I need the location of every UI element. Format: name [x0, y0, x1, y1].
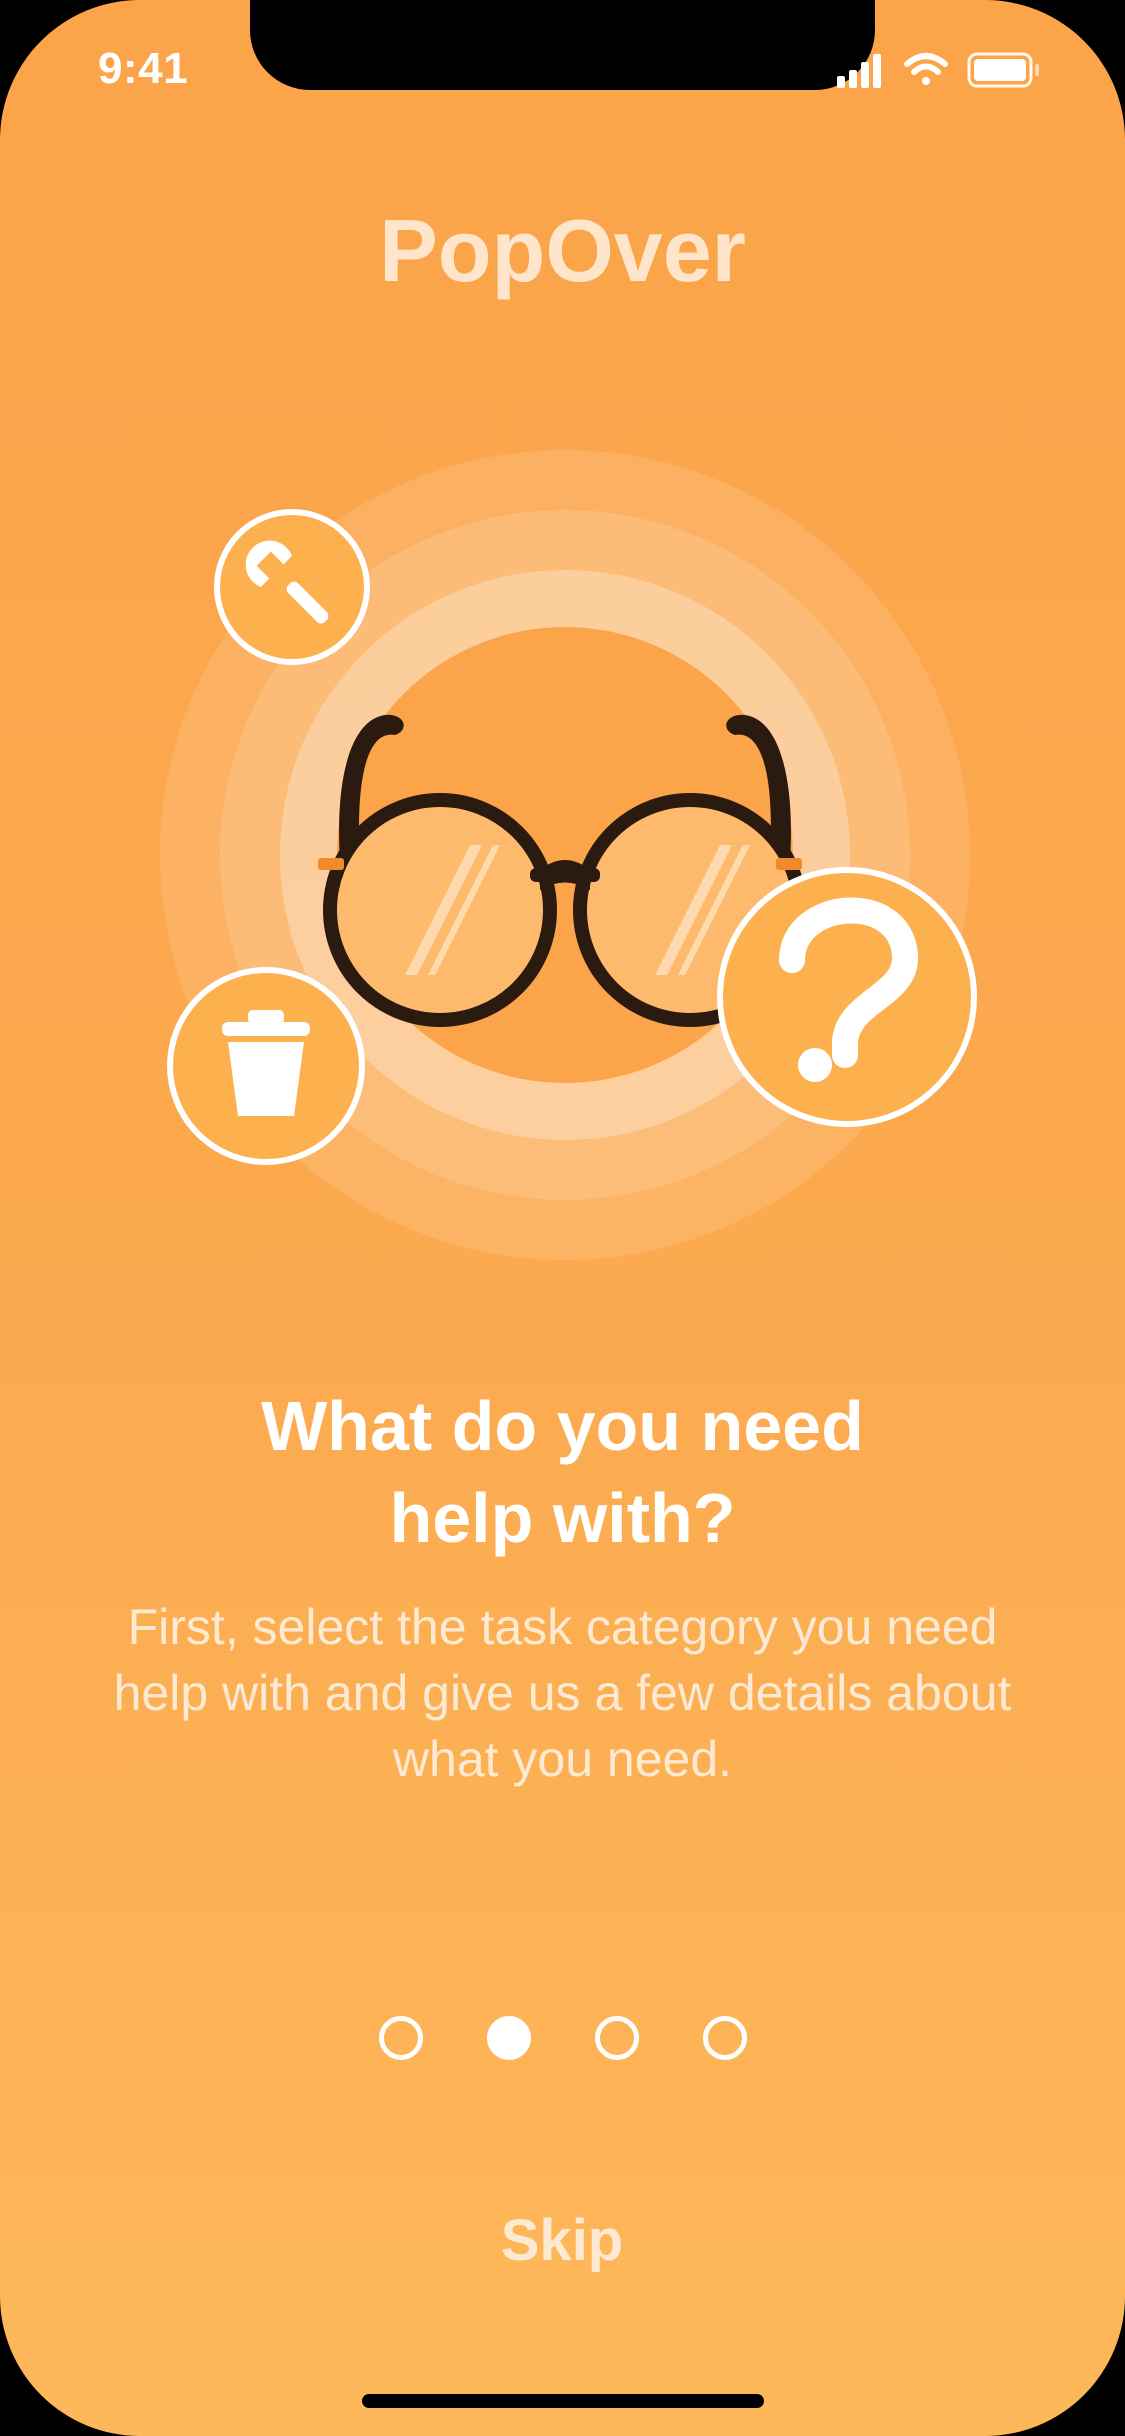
page-dot-2[interactable]	[486, 2016, 531, 2060]
battery-icon	[967, 52, 1039, 88]
onboarding-heading: What do you need help with?	[0, 1380, 1125, 1564]
description-line-1: First, select the task category you need	[127, 1599, 998, 1655]
notch	[250, 0, 875, 90]
description-line-3: what you need.	[392, 1731, 733, 1787]
onboarding-screen: 9:41 PopOver What do you need help with?…	[0, 0, 1125, 2436]
app-title: PopOver	[379, 201, 746, 300]
onboarding-illustration	[160, 450, 977, 1260]
question-icon	[717, 867, 977, 1127]
skip-button[interactable]: Skip	[412, 2198, 712, 2282]
page-dot-4[interactable]	[702, 2016, 747, 2060]
wifi-icon	[904, 53, 948, 85]
wrench-icon	[214, 509, 370, 665]
trash-icon	[167, 967, 365, 1165]
status-icons	[837, 52, 1039, 88]
page-indicator[interactable]	[0, 2016, 1125, 2060]
description-line-2: help with and give us a few details abou…	[113, 1665, 1012, 1721]
status-time: 9:41	[98, 44, 189, 93]
page-dot-1[interactable]	[378, 2016, 423, 2060]
heading-line-2: help with?	[389, 1479, 736, 1557]
heading-line-1: What do you need	[261, 1387, 864, 1465]
page-dot-3[interactable]	[594, 2016, 639, 2060]
cellular-signal-icon	[837, 54, 881, 88]
onboarding-description: First, select the task category you need…	[50, 1594, 1075, 1792]
home-indicator[interactable]	[362, 2394, 764, 2408]
